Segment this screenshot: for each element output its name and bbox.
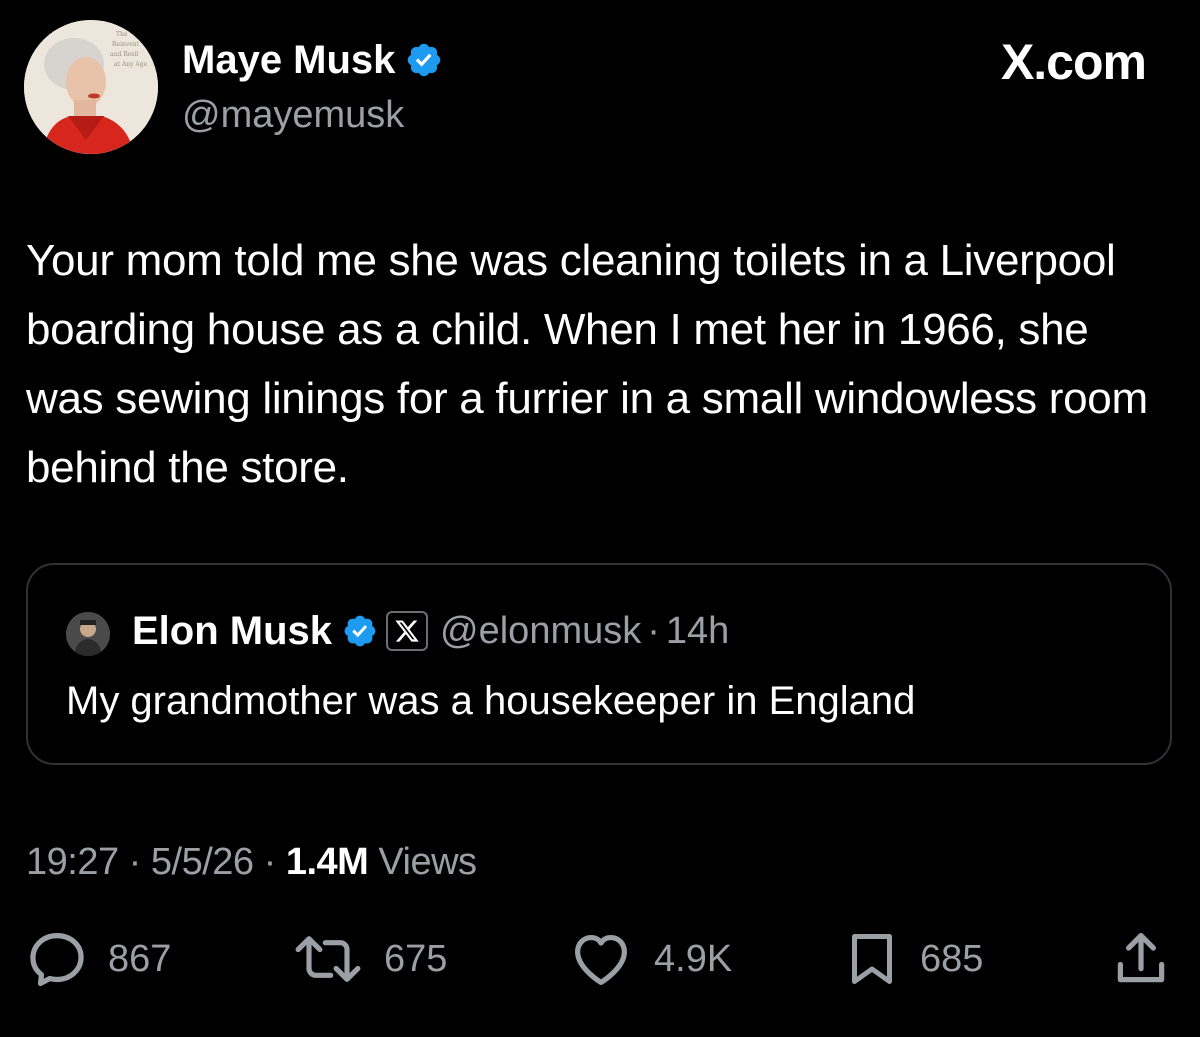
- action-bar: 867 675 4.9K 685: [0, 926, 1200, 992]
- quoted-header: Elon Musk @elonmusk · 14h: [132, 603, 729, 659]
- like-count: 4.9K: [654, 937, 733, 980]
- svg-text:Reinvent: Reinvent: [112, 41, 140, 48]
- profile-photo-icon: The Reinvent and Resil at Any Age: [24, 20, 158, 154]
- views-count[interactable]: 1.4M: [286, 841, 369, 883]
- like-button[interactable]: 4.9K: [566, 926, 732, 992]
- verified-badge-icon: [408, 43, 441, 77]
- bookmark-icon: [852, 934, 892, 984]
- share-button[interactable]: [1108, 926, 1174, 992]
- author-name[interactable]: Maye Musk: [182, 34, 395, 86]
- tweet-meta: 19:27 · 5/5/26 · 1.4M Views: [26, 836, 477, 888]
- affiliation-badge[interactable]: [386, 611, 429, 651]
- quoted-avatar[interactable]: [66, 612, 110, 656]
- quoted-tweet[interactable]: Elon Musk @elonmusk · 14h My grandmother…: [26, 563, 1172, 765]
- bookmark-button[interactable]: 685: [842, 926, 983, 992]
- bookmark-count: 685: [920, 937, 984, 980]
- separator-dot: ·: [647, 609, 660, 652]
- x-logo-icon: [395, 620, 419, 642]
- reply-button[interactable]: 867: [24, 926, 171, 992]
- quoted-tweet-text: My grandmother was a housekeeper in Engl…: [66, 679, 916, 723]
- author-name-row[interactable]: Maye Musk: [182, 34, 443, 86]
- quoted-profile-photo-icon: [66, 612, 110, 656]
- brand-logo-text: X.com: [1000, 34, 1147, 90]
- tweet-text: Your mom told me she was cleaning toilet…: [26, 236, 1148, 492]
- reply-icon: [30, 933, 84, 987]
- avatar[interactable]: The Reinvent and Resil at Any Age: [24, 20, 158, 154]
- svg-text:The: The: [116, 31, 128, 38]
- svg-text:and Resil: and Resil: [110, 51, 138, 58]
- verified-badge-icon: [344, 615, 376, 647]
- repost-icon: [295, 936, 361, 982]
- svg-text:at Any Age: at Any Age: [114, 61, 148, 68]
- tweet: The Reinvent and Resil at Any Age Maye M…: [0, 0, 1200, 1037]
- repost-count: 675: [384, 937, 448, 980]
- share-icon: [1117, 933, 1165, 983]
- quoted-timestamp[interactable]: 14h: [666, 610, 729, 653]
- views-label[interactable]: Views: [378, 841, 477, 883]
- reply-count: 867: [108, 937, 172, 980]
- tweet-date[interactable]: 5/5/26: [151, 841, 254, 883]
- separator-dot: ·: [128, 841, 142, 883]
- quoted-author-name[interactable]: Elon Musk: [132, 609, 332, 654]
- heart-icon: [575, 934, 627, 985]
- author-handle[interactable]: @mayemusk: [182, 92, 404, 138]
- separator-dot: ·: [263, 841, 277, 883]
- tweet-time[interactable]: 19:27: [26, 841, 119, 883]
- repost-button[interactable]: 675: [290, 926, 447, 992]
- quoted-author-handle[interactable]: @elonmusk: [440, 610, 641, 653]
